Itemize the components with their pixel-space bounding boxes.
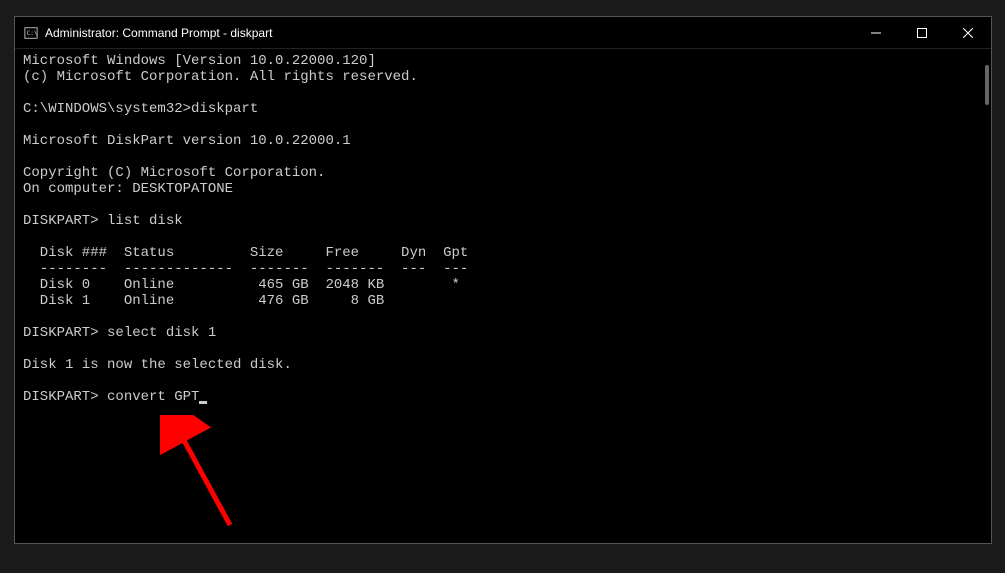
table-divider: -------- ------------- ------- ------- -… xyxy=(23,261,468,277)
prompt-line: C:\WINDOWS\system32>diskpart xyxy=(23,101,258,117)
prompt-prefix: DISKPART> xyxy=(23,389,107,405)
svg-text:C:\: C:\ xyxy=(27,29,38,36)
cmd-icon: C:\ xyxy=(23,25,39,41)
window-controls xyxy=(853,17,991,48)
titlebar[interactable]: C:\ Administrator: Command Prompt - disk… xyxy=(15,17,991,49)
output-line: Microsoft DiskPart version 10.0.22000.1 xyxy=(23,133,351,149)
close-icon xyxy=(963,28,973,38)
current-command: convert GPT xyxy=(107,389,199,405)
command-prompt-window: C:\ Administrator: Command Prompt - disk… xyxy=(14,16,992,544)
minimize-icon xyxy=(871,28,881,38)
output-line: Disk 1 is now the selected disk. xyxy=(23,357,292,373)
output-line: (c) Microsoft Corporation. All rights re… xyxy=(23,69,418,85)
window-title: Administrator: Command Prompt - diskpart xyxy=(45,26,853,40)
close-button[interactable] xyxy=(945,17,991,48)
table-header: Disk ### Status Size Free Dyn Gpt xyxy=(23,245,468,261)
prompt-line: DISKPART> select disk 1 xyxy=(23,325,216,341)
table-row: Disk 0 Online 465 GB 2048 KB * xyxy=(23,277,460,293)
maximize-button[interactable] xyxy=(899,17,945,48)
scrollbar-thumb[interactable] xyxy=(985,65,989,105)
terminal-output[interactable]: Microsoft Windows [Version 10.0.22000.12… xyxy=(15,49,991,543)
terminal-cursor xyxy=(199,401,207,404)
minimize-button[interactable] xyxy=(853,17,899,48)
output-line: On computer: DESKTOPATONE xyxy=(23,181,233,197)
maximize-icon xyxy=(917,28,927,38)
output-line: Microsoft Windows [Version 10.0.22000.12… xyxy=(23,53,376,69)
output-line: Copyright (C) Microsoft Corporation. xyxy=(23,165,325,181)
prompt-line: DISKPART> list disk xyxy=(23,213,183,229)
table-row: Disk 1 Online 476 GB 8 GB xyxy=(23,293,384,309)
